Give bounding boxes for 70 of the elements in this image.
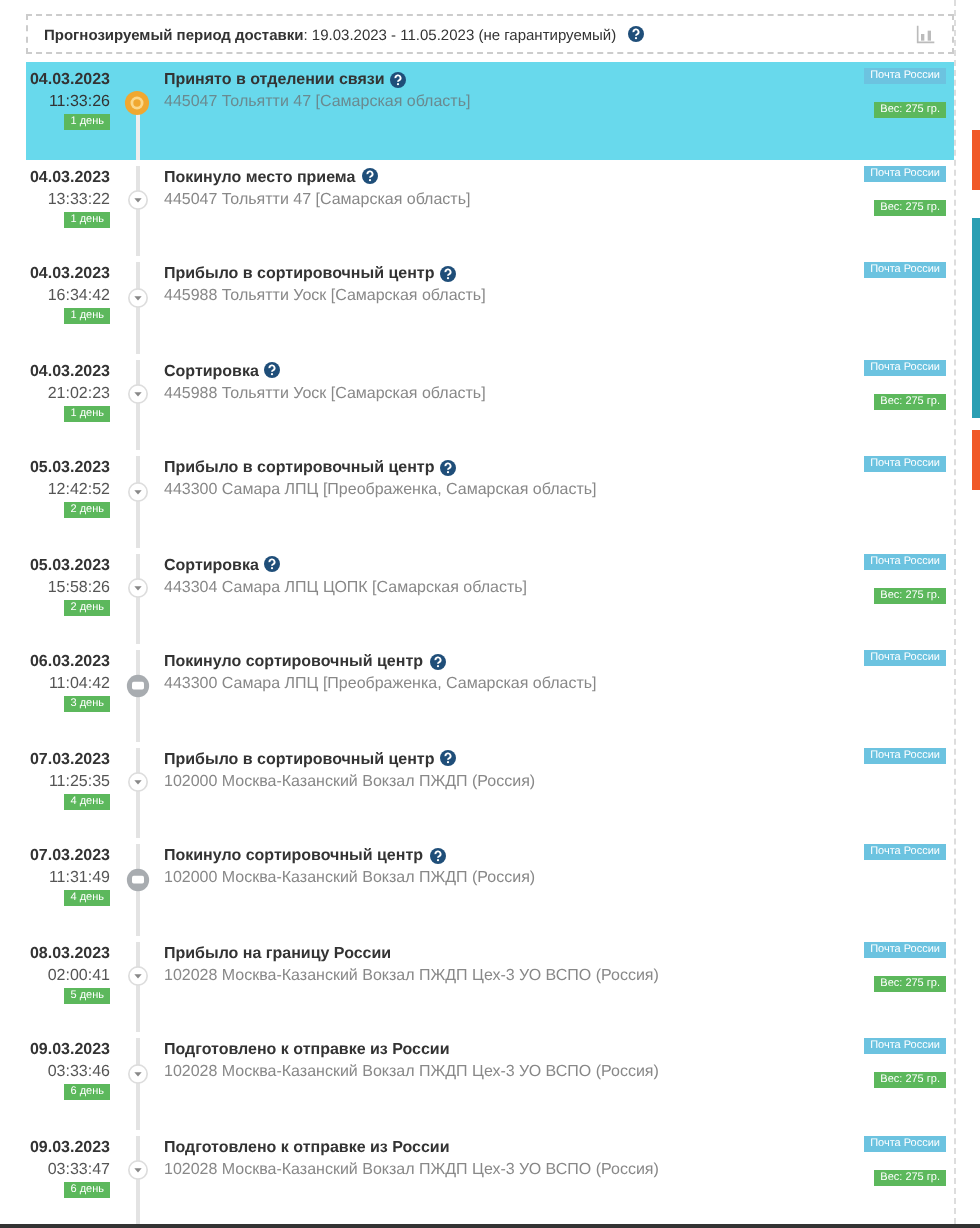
event-date: 07.03.2023 bbox=[29, 747, 110, 769]
caret-icon bbox=[127, 381, 147, 407]
caret-icon bbox=[127, 478, 147, 504]
caret-icon bbox=[127, 1157, 147, 1183]
event-date: 04.03.2023 bbox=[29, 68, 110, 90]
caret-icon bbox=[127, 187, 147, 213]
event-time: 03:33:46 bbox=[47, 1060, 110, 1082]
help-icon[interactable] bbox=[440, 459, 457, 475]
event-date: 04.03.2023 bbox=[29, 359, 110, 381]
help-icon[interactable] bbox=[390, 71, 407, 87]
event-time: 13:33:22 bbox=[47, 187, 110, 209]
event-title: Принято в отделении связи bbox=[164, 68, 385, 90]
event-time: 21:02:23 bbox=[47, 381, 110, 403]
event-date: 07.03.2023 bbox=[29, 844, 110, 866]
event-title: Подготовлено к отправке из России bbox=[164, 1135, 450, 1157]
event-address: 443300 Самара ЛПЦ [Преображенка, Самарская область] bbox=[164, 672, 599, 694]
event-date: 04.03.2023 bbox=[29, 262, 110, 284]
event-title: Сортировка bbox=[164, 359, 259, 381]
event-time: 15:58:26 bbox=[47, 575, 110, 597]
event-time: 11:25:35 bbox=[48, 769, 110, 791]
caret-icon bbox=[127, 284, 147, 310]
caret-icon bbox=[127, 963, 147, 989]
event-address: 445047 Тольятти 47 [Самарская область] bbox=[164, 90, 473, 112]
help-icon[interactable] bbox=[429, 653, 445, 669]
event-date: 09.03.2023 bbox=[29, 1135, 110, 1157]
event-date: 08.03.2023 bbox=[29, 941, 110, 963]
event-date: 09.03.2023 bbox=[29, 1038, 110, 1060]
event-title: Покинуло сортировочный центр bbox=[164, 650, 423, 672]
event-address: 102028 Москва-Казанский Вокзал ПЖДП Цех-3 УО ВСПО (Россия) bbox=[164, 1157, 661, 1179]
event-title: Покинуло место приема bbox=[164, 165, 356, 187]
event-time: 03:33:47 bbox=[47, 1157, 110, 1179]
box-icon bbox=[125, 672, 149, 698]
event-address: 102000 Москва-Казанский Вокзал ПЖДП (Россия) bbox=[164, 769, 538, 791]
event-time: 02:00:41 bbox=[47, 963, 110, 985]
event-time: 12:42:52 bbox=[47, 478, 110, 500]
event-address: 445988 Тольятти Уоск [Самарская область] bbox=[164, 284, 488, 306]
help-icon[interactable] bbox=[264, 556, 281, 572]
caret-icon bbox=[127, 1060, 147, 1086]
event-time: 11:04:42 bbox=[48, 672, 110, 694]
event-date: 06.03.2023 bbox=[29, 650, 110, 672]
status-dot-icon bbox=[124, 90, 150, 116]
event-address: 443300 Самара ЛПЦ [Преображенка, Самарская область] bbox=[164, 478, 599, 500]
event-address: 102000 Москва-Казанский Вокзал ПЖДП (Россия) bbox=[164, 866, 538, 888]
event-address: 102028 Москва-Казанский Вокзал ПЖДП Цех-3 УО ВСПО (Россия) bbox=[164, 963, 661, 985]
help-icon[interactable] bbox=[440, 750, 457, 766]
event-date: 04.03.2023 bbox=[29, 165, 110, 187]
event-title: Прибыло в сортировочный центр bbox=[164, 262, 435, 284]
event-time: 16:34:42 bbox=[47, 284, 110, 306]
event-title: Прибыло на границу России bbox=[164, 941, 392, 963]
event-title: Подготовлено к отправке из России bbox=[164, 1038, 450, 1060]
help-icon[interactable] bbox=[628, 26, 645, 42]
event-address: 443304 Самара ЛПЦ ЦОПК [Самарская область] bbox=[164, 575, 530, 597]
help-icon[interactable] bbox=[264, 362, 281, 378]
event-time: 11:33:26 bbox=[48, 90, 110, 112]
help-icon[interactable] bbox=[440, 265, 457, 281]
help-icon[interactable] bbox=[429, 847, 445, 863]
event-title: Прибыло в сортировочный центр bbox=[164, 747, 435, 769]
event-address: 445047 Тольятти 47 [Самарская область] bbox=[164, 187, 473, 209]
caret-icon bbox=[127, 575, 147, 601]
event-title: Покинуло сортировочный центр bbox=[164, 844, 423, 866]
event-date: 05.03.2023 bbox=[29, 553, 110, 575]
caret-icon bbox=[127, 769, 147, 795]
event-address: 102028 Москва-Казанский Вокзал ПЖДП Цех-3 УО ВСПО (Россия) bbox=[164, 1060, 661, 1082]
event-date: 05.03.2023 bbox=[29, 456, 110, 478]
event-time: 11:31:49 bbox=[48, 866, 110, 888]
box-icon bbox=[125, 866, 149, 892]
event-address: 445988 Тольятти Уоск [Самарская область] bbox=[164, 381, 488, 403]
event-title: Прибыло в сортировочный центр bbox=[164, 456, 435, 478]
event-title: Сортировка bbox=[164, 553, 259, 575]
help-icon[interactable] bbox=[361, 168, 378, 184]
